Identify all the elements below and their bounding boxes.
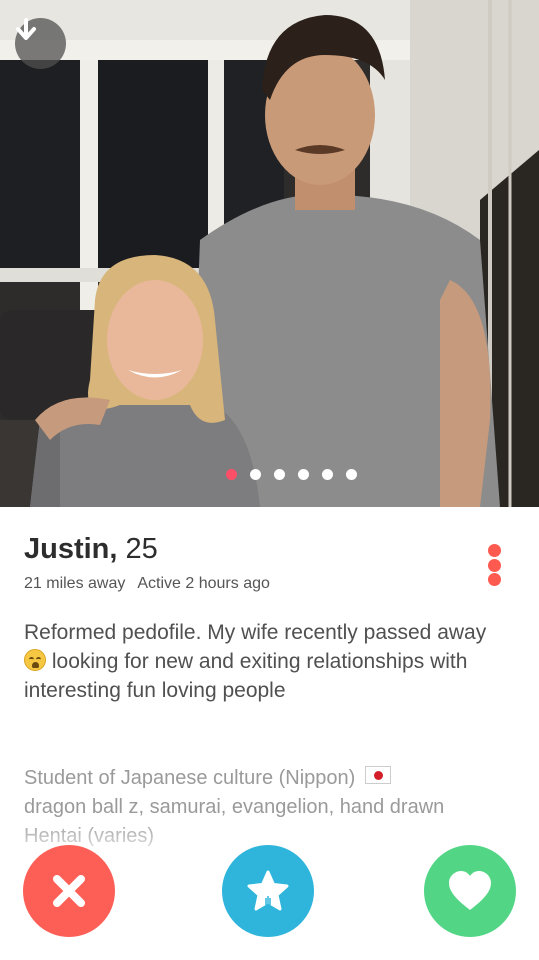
profile-header: Justin, 25 (24, 533, 158, 566)
activity-text: Active 2 hours ago (137, 575, 270, 592)
heart-icon (449, 871, 491, 910)
profile-meta: 21 miles away Active 2 hours ago (24, 575, 270, 593)
more-options-button[interactable] (486, 544, 502, 586)
like-button[interactable] (424, 845, 516, 937)
photo-dot-5[interactable] (322, 469, 333, 480)
arrow-down-icon (16, 18, 36, 40)
interests-text: Student of Japanese culture (Nippon) (24, 767, 356, 789)
crying-face-icon (24, 649, 46, 671)
profile-age: 25 (125, 533, 158, 565)
photo-dot-2[interactable] (250, 469, 261, 480)
collapse-profile-button[interactable] (15, 18, 66, 69)
photo-dot-3[interactable] (274, 469, 285, 480)
japan-flag-icon (364, 766, 391, 784)
photo-dot-6[interactable] (346, 469, 357, 480)
distance-text: 21 miles away (24, 575, 126, 592)
x-icon (53, 875, 85, 907)
super-like-button[interactable] (222, 845, 314, 937)
nope-button[interactable] (23, 845, 115, 937)
star-icon (247, 870, 289, 911)
profile-bio: Reformed pedofile. My wife recently pass… (24, 618, 514, 705)
profile-photo[interactable] (0, 0, 539, 507)
photo-pagination (0, 469, 539, 480)
more-vertical-icon (487, 544, 501, 557)
photo-dot-4[interactable] (298, 469, 309, 480)
bio-text-1: Reformed pedofile. My wife recently pass… (24, 621, 487, 644)
profile-name: Justin, (24, 533, 118, 565)
bio-text-2: looking for new and exiting relationship… (24, 650, 468, 702)
photo-image (0, 0, 539, 507)
photo-dot-1[interactable] (226, 469, 237, 480)
